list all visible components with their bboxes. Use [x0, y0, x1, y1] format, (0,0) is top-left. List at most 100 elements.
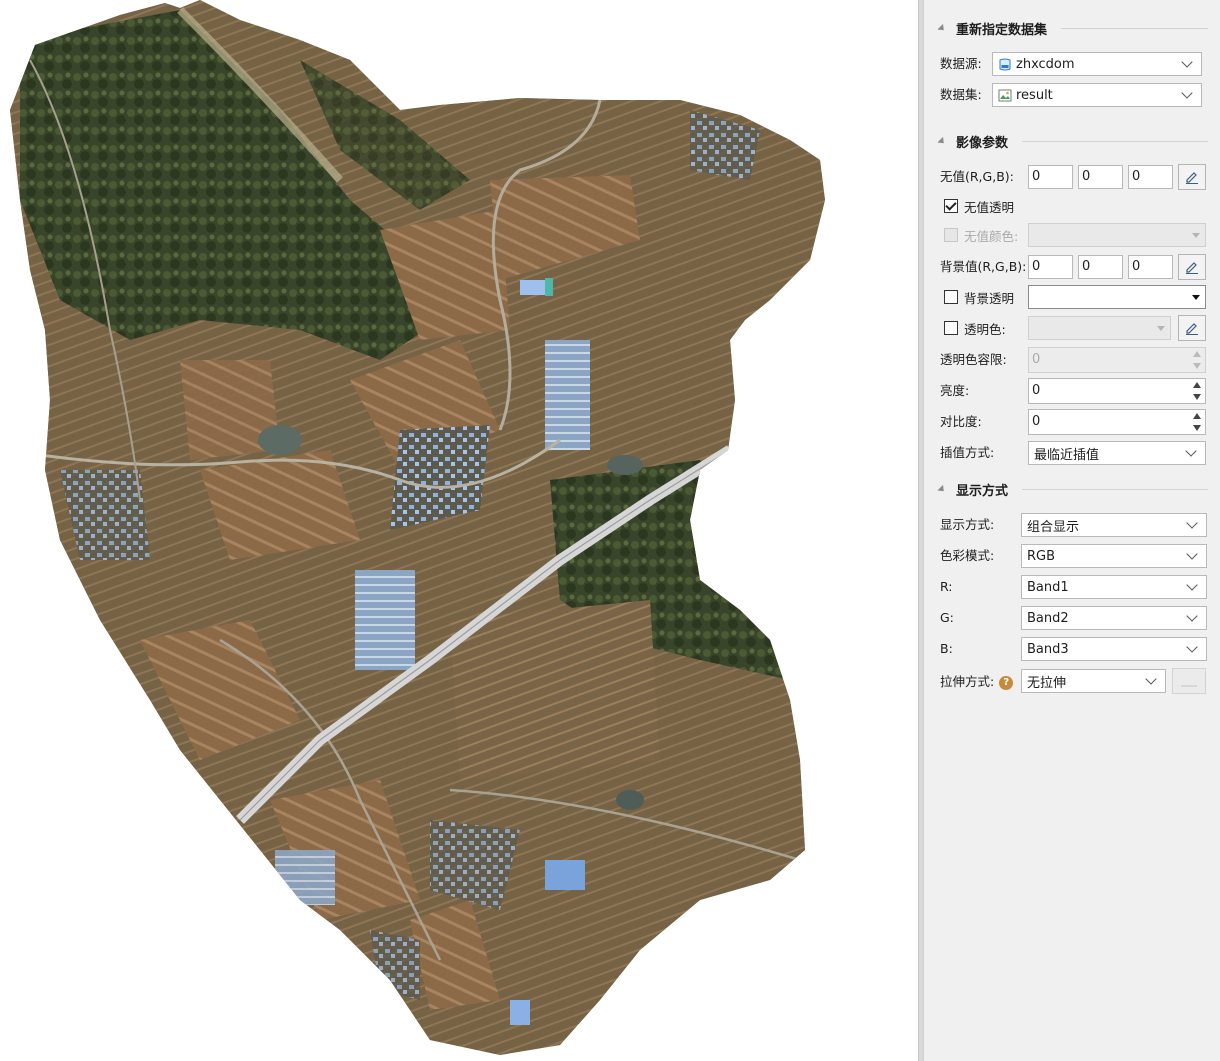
datasource-label: 数据源:	[940, 56, 982, 71]
interpolation-select[interactable]: 最临近插值	[1028, 441, 1206, 465]
collapse-triangle-icon[interactable]	[937, 484, 947, 494]
b-band-value: Band3	[1027, 641, 1069, 657]
background-b-input[interactable]: 0	[1128, 255, 1173, 279]
nodata-b-input[interactable]: 0	[1128, 165, 1173, 189]
tolerance-label: 透明色容限:	[940, 352, 1007, 367]
section-display-header[interactable]: 显示方式	[934, 479, 1208, 499]
tolerance-value: 0	[1032, 352, 1041, 367]
background-transparent-label: 背景透明	[964, 290, 1015, 306]
chevron-down-icon	[1145, 673, 1157, 685]
chevron-down-icon	[1181, 56, 1193, 68]
section-divider	[1022, 140, 1208, 142]
display-mode-label: 显示方式:	[940, 517, 995, 532]
nodata-r-input[interactable]: 0	[1028, 165, 1073, 189]
stretch-label-row: 拉伸方式:?	[940, 670, 1014, 694]
eyedropper-icon	[1186, 323, 1198, 335]
r-band-select[interactable]: Band1	[1021, 575, 1207, 599]
background-pick-color-button[interactable]	[1178, 254, 1206, 280]
g-band-select[interactable]: Band2	[1021, 606, 1207, 630]
transparent-pick-color-button[interactable]	[1178, 315, 1206, 341]
r-band-value: Band1	[1027, 579, 1069, 595]
contrast-spinner[interactable]: 0	[1028, 409, 1206, 435]
help-icon[interactable]: ?	[999, 675, 1014, 690]
checkbox-unchecked-icon	[944, 321, 958, 335]
section-dataset-header[interactable]: 重新指定数据集	[934, 18, 1208, 38]
checkbox-unchecked-icon	[944, 290, 958, 304]
spinner-arrows-icon[interactable]	[1193, 381, 1202, 401]
chevron-down-icon	[1186, 517, 1198, 529]
checkbox-checked-icon	[944, 199, 958, 213]
section-divider	[1061, 27, 1208, 29]
dataset-value: result	[1016, 87, 1053, 103]
dropdown-arrow-icon	[1157, 326, 1165, 331]
eyedropper-icon	[1186, 262, 1198, 274]
color-mode-value: RGB	[1027, 548, 1056, 564]
b-band-select[interactable]: Band3	[1021, 637, 1207, 661]
contrast-value: 0	[1032, 414, 1041, 429]
chevron-down-icon	[1186, 579, 1198, 591]
datasource-select[interactable]: zhxcdom	[992, 52, 1202, 76]
stretch-select[interactable]: 无拉伸	[1021, 669, 1166, 693]
nodata-color-checkbox[interactable]: 无值颜色:	[944, 225, 1018, 245]
dataset-label: 数据集:	[940, 87, 982, 102]
nodata-pick-color-button[interactable]	[1178, 164, 1206, 190]
display-mode-select[interactable]: 组合显示	[1021, 513, 1207, 537]
tolerance-spinner[interactable]: 0	[1028, 347, 1206, 373]
orthophoto-image	[10, 0, 825, 1055]
transparent-color-checkbox[interactable]: 透明色:	[944, 318, 1006, 338]
checkbox-unchecked-icon	[944, 228, 958, 242]
color-mode-select[interactable]: RGB	[1021, 544, 1207, 568]
contrast-label: 对比度:	[940, 414, 982, 429]
nodata-transparent-checkbox[interactable]: 无值透明	[944, 196, 1014, 216]
g-band-label: G:	[940, 610, 954, 625]
color-mode-label: 色彩模式:	[940, 548, 995, 563]
transparent-color-label: 透明色:	[964, 321, 1006, 337]
brightness-label: 亮度:	[940, 383, 970, 398]
stretch-histogram-icon	[1181, 685, 1197, 687]
map-view[interactable]	[0, 0, 918, 1061]
interpolation-label: 插值方式:	[940, 445, 995, 460]
background-color-picker[interactable]	[1028, 285, 1206, 309]
transparent-color-picker[interactable]	[1028, 316, 1171, 340]
stretch-label: 拉伸方式:	[940, 674, 995, 689]
chevron-down-icon	[1185, 445, 1197, 457]
nodata-g-input[interactable]: 0	[1078, 165, 1123, 189]
stretch-settings-button[interactable]	[1172, 668, 1206, 694]
layer-properties-panel: 重新指定数据集 数据源: zhxcdom 数据集: result 影像参数 无值…	[923, 0, 1220, 1061]
datasource-value: zhxcdom	[1016, 56, 1075, 72]
background-g-input[interactable]: 0	[1078, 255, 1123, 279]
eyedropper-icon	[1186, 172, 1198, 184]
datasource-icon	[999, 58, 1011, 70]
r-band-label: R:	[940, 579, 953, 594]
nodata-color-picker[interactable]	[1028, 223, 1206, 247]
stretch-value: 无拉伸	[1027, 675, 1067, 691]
collapse-triangle-icon[interactable]	[937, 23, 947, 33]
dataset-select[interactable]: result	[992, 83, 1202, 107]
spinner-arrows-icon[interactable]	[1193, 350, 1202, 370]
image-dataset-icon	[998, 89, 1012, 101]
section-title: 显示方式	[956, 483, 1009, 499]
nodata-label: 无值(R,G,B):	[940, 169, 1014, 184]
dropdown-arrow-icon	[1192, 295, 1200, 300]
chevron-down-icon	[1186, 610, 1198, 622]
collapse-triangle-icon[interactable]	[937, 136, 947, 146]
background-value-label: 背景值(R,G,B):	[940, 259, 1027, 274]
spinner-arrows-icon[interactable]	[1193, 412, 1202, 432]
dropdown-arrow-icon	[1192, 233, 1200, 238]
section-divider	[1022, 488, 1208, 490]
brightness-spinner[interactable]: 0	[1028, 378, 1206, 404]
section-title: 重新指定数据集	[956, 22, 1048, 38]
g-band-value: Band2	[1027, 610, 1069, 626]
nodata-color-label: 无值颜色:	[964, 228, 1019, 244]
brightness-value: 0	[1032, 383, 1041, 398]
background-transparent-checkbox[interactable]: 背景透明	[944, 287, 1014, 307]
chevron-down-icon	[1186, 641, 1198, 653]
chevron-down-icon	[1181, 87, 1193, 99]
interpolation-value: 最临近插值	[1034, 447, 1100, 463]
section-title: 影像参数	[956, 135, 1009, 151]
background-r-input[interactable]: 0	[1028, 255, 1073, 279]
nodata-transparent-label: 无值透明	[964, 199, 1015, 215]
section-image-params-header[interactable]: 影像参数	[934, 131, 1208, 151]
b-band-label: B:	[940, 641, 953, 656]
display-mode-value: 组合显示	[1027, 519, 1080, 535]
